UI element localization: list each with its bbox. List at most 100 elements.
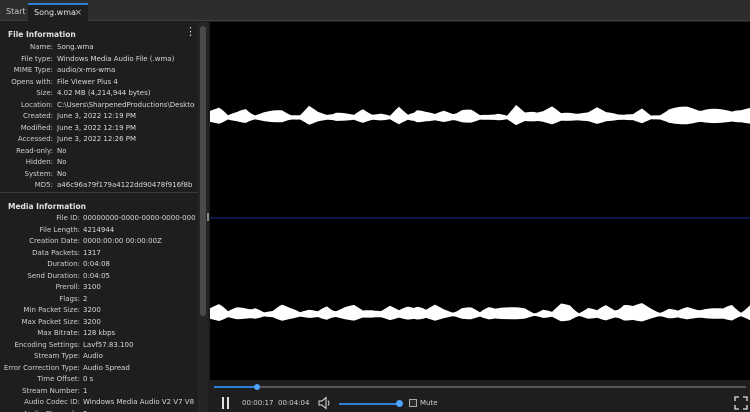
info-row-value[interactable]: File Viewer Plus 4 bbox=[57, 78, 195, 86]
info-row-label: Location: bbox=[21, 100, 53, 109]
info-row-value[interactable]: June 3, 2022 12:19 PM bbox=[57, 112, 195, 120]
info-row-label: Max Packet Size: bbox=[21, 317, 80, 326]
info-row-label: Accessed: bbox=[17, 135, 53, 143]
info-row-value[interactable]: 0:04:08 bbox=[83, 260, 195, 268]
info-row: Preroll: 3100 bbox=[0, 283, 198, 294]
sidebar-scroll-thumb[interactable] bbox=[200, 26, 206, 316]
info-row-value[interactable]: 0 s bbox=[83, 375, 195, 383]
info-row: File ID:00000000-0000-0000-0000-000000..… bbox=[0, 214, 198, 225]
current-time: 00:00:17 bbox=[242, 399, 274, 407]
info-row-value[interactable]: 1 bbox=[83, 387, 195, 395]
info-row: Max Bitrate: 128 kbps bbox=[0, 329, 198, 340]
tab-song-wma[interactable]: Song.wma × bbox=[28, 3, 88, 21]
info-row-label: Creation Date: bbox=[29, 237, 80, 245]
info-row-value[interactable]: 1317 bbox=[83, 249, 195, 257]
info-sidebar: File Information ⋮ Name: Song.wma File typ… bbox=[0, 22, 198, 412]
info-row: MD5: a46c96a79f179a4122dd90478f916f8b bbox=[0, 181, 198, 192]
info-row-label: Audio Codec ID: bbox=[24, 398, 80, 406]
fullscreen-icon[interactable] bbox=[734, 396, 748, 410]
info-row-value[interactable]: Audio bbox=[83, 352, 195, 360]
info-row: Opens with: File Viewer Plus 4 bbox=[0, 78, 198, 89]
info-row-label: Name: bbox=[29, 43, 53, 51]
info-row: Location: C:\Users\SharpenedProductions\D… bbox=[0, 101, 198, 112]
info-row-label: Stream Type: bbox=[34, 352, 80, 360]
info-row: Hidden: No bbox=[0, 158, 198, 169]
info-row-label: Error Correction Type: bbox=[3, 363, 80, 372]
right-channel-waveform bbox=[210, 303, 750, 322]
info-row: Error Correction Type: Audio Spread bbox=[0, 364, 198, 375]
info-row-value[interactable]: audio/x-ms-wma bbox=[57, 66, 195, 74]
info-row-value[interactable]: No bbox=[57, 158, 195, 166]
info-row: Size: 4.02 MB (4,214,944 bytes) bbox=[0, 89, 198, 100]
info-row: Read-only: No bbox=[0, 147, 198, 158]
info-row-label: Flags: bbox=[59, 294, 80, 303]
info-row: Max Packet Size: 3200 bbox=[0, 318, 198, 329]
info-row-value[interactable]: Windows Media Audio V2 V7 V8 ... bbox=[83, 398, 195, 406]
close-tab-icon[interactable]: × bbox=[74, 5, 82, 21]
info-row-label: Max Bitrate: bbox=[37, 329, 80, 337]
info-row-label: Hidden: bbox=[25, 158, 53, 166]
info-row-label: Size: bbox=[36, 89, 53, 97]
info-row-value[interactable]: a46c96a79f179a4122dd90478f916f8b bbox=[57, 181, 195, 189]
file-information-title: File Information bbox=[8, 30, 76, 39]
info-row-value[interactable]: June 3, 2022 12:26 PM bbox=[57, 135, 195, 143]
info-row-value[interactable]: Audio Spread bbox=[83, 364, 195, 372]
volume-slider-handle[interactable] bbox=[396, 400, 403, 407]
info-row-value[interactable]: C:\Users\SharpenedProductions\Desktop\ bbox=[57, 101, 195, 109]
info-row-value[interactable]: 0000:00:00 00:00:00Z bbox=[83, 237, 195, 245]
info-row-label: Read-only: bbox=[16, 146, 53, 155]
info-row-label: File ID: bbox=[56, 214, 80, 222]
media-information-title: Media Information bbox=[8, 202, 86, 211]
info-row-value[interactable]: No bbox=[57, 147, 195, 155]
info-row-value[interactable]: June 3, 2022 12:19 PM bbox=[57, 124, 195, 132]
info-row: Modified: June 3, 2022 12:19 PM bbox=[0, 124, 198, 135]
info-row: Accessed: June 3, 2022 12:26 PM bbox=[0, 135, 198, 146]
info-row-label: Preroll: bbox=[55, 283, 80, 291]
mute-checkbox[interactable] bbox=[409, 399, 417, 407]
info-row: Creation Date: 0000:00:00 00:00:00Z bbox=[0, 237, 198, 248]
info-row-label: Opens with: bbox=[11, 77, 53, 86]
info-row-value[interactable]: 0:04:05 bbox=[83, 272, 195, 280]
info-row: Stream Number: 1 bbox=[0, 387, 198, 398]
info-row-value[interactable]: Song.wma bbox=[57, 43, 195, 51]
waveform-svg bbox=[210, 105, 750, 322]
info-row-value[interactable]: No bbox=[57, 170, 195, 178]
section-divider bbox=[0, 192, 198, 193]
info-row-label: File Length: bbox=[39, 225, 80, 234]
info-row: Time Offset: 0 s bbox=[0, 375, 198, 386]
info-row-label: Send Duration: bbox=[27, 271, 80, 280]
info-row: MIME Type: audio/x-ms-wma bbox=[0, 66, 198, 77]
info-row-label: MIME Type: bbox=[13, 66, 53, 74]
info-row-value[interactable]: 4214944 bbox=[83, 226, 195, 234]
kebab-menu-icon[interactable]: ⋮ bbox=[185, 25, 196, 38]
info-row-label: MD5: bbox=[34, 181, 53, 189]
info-row-value[interactable]: 128 kbps bbox=[83, 329, 195, 337]
tab-start[interactable]: Start bbox=[0, 3, 28, 21]
info-row-value[interactable]: 4.02 MB (4,214,944 bytes) bbox=[57, 89, 195, 97]
seek-bar[interactable] bbox=[214, 386, 746, 388]
speaker-icon[interactable] bbox=[318, 396, 332, 410]
info-row-value[interactable]: 2 bbox=[83, 295, 195, 303]
pane-splitter-handle[interactable] bbox=[207, 213, 209, 221]
info-row: Data Packets: 1317 bbox=[0, 249, 198, 260]
info-row-value[interactable]: Lavf57.83.100 bbox=[83, 341, 195, 349]
info-row-label: Modified: bbox=[20, 123, 53, 132]
info-row-value[interactable]: 3200 bbox=[83, 318, 195, 326]
tab-label: Song.wma bbox=[34, 8, 76, 17]
info-row-value[interactable]: 3200 bbox=[83, 306, 195, 314]
seek-bar-handle[interactable] bbox=[253, 384, 260, 390]
info-row-label: Duration: bbox=[47, 260, 80, 268]
waveform-viewer bbox=[210, 22, 750, 380]
info-row-value[interactable]: Windows Media Audio File (.wma) bbox=[57, 55, 195, 63]
info-row: System: No bbox=[0, 170, 198, 181]
info-row: Flags: 2 bbox=[0, 295, 198, 306]
info-row-value[interactable]: 3100 bbox=[83, 283, 195, 291]
playback-controls: 00:00:17 00:04:04 Mute bbox=[210, 380, 750, 412]
pause-icon[interactable] bbox=[220, 397, 230, 409]
seek-bar-progress bbox=[214, 386, 257, 388]
info-row: Min Packet Size: 3200 bbox=[0, 306, 198, 317]
info-row: Duration: 0:04:08 bbox=[0, 260, 198, 271]
info-row-value[interactable]: 00000000-0000-0000-0000-000000... bbox=[83, 214, 195, 222]
volume-slider[interactable] bbox=[339, 403, 399, 405]
tab-bar: Start Song.wma × bbox=[0, 0, 750, 21]
